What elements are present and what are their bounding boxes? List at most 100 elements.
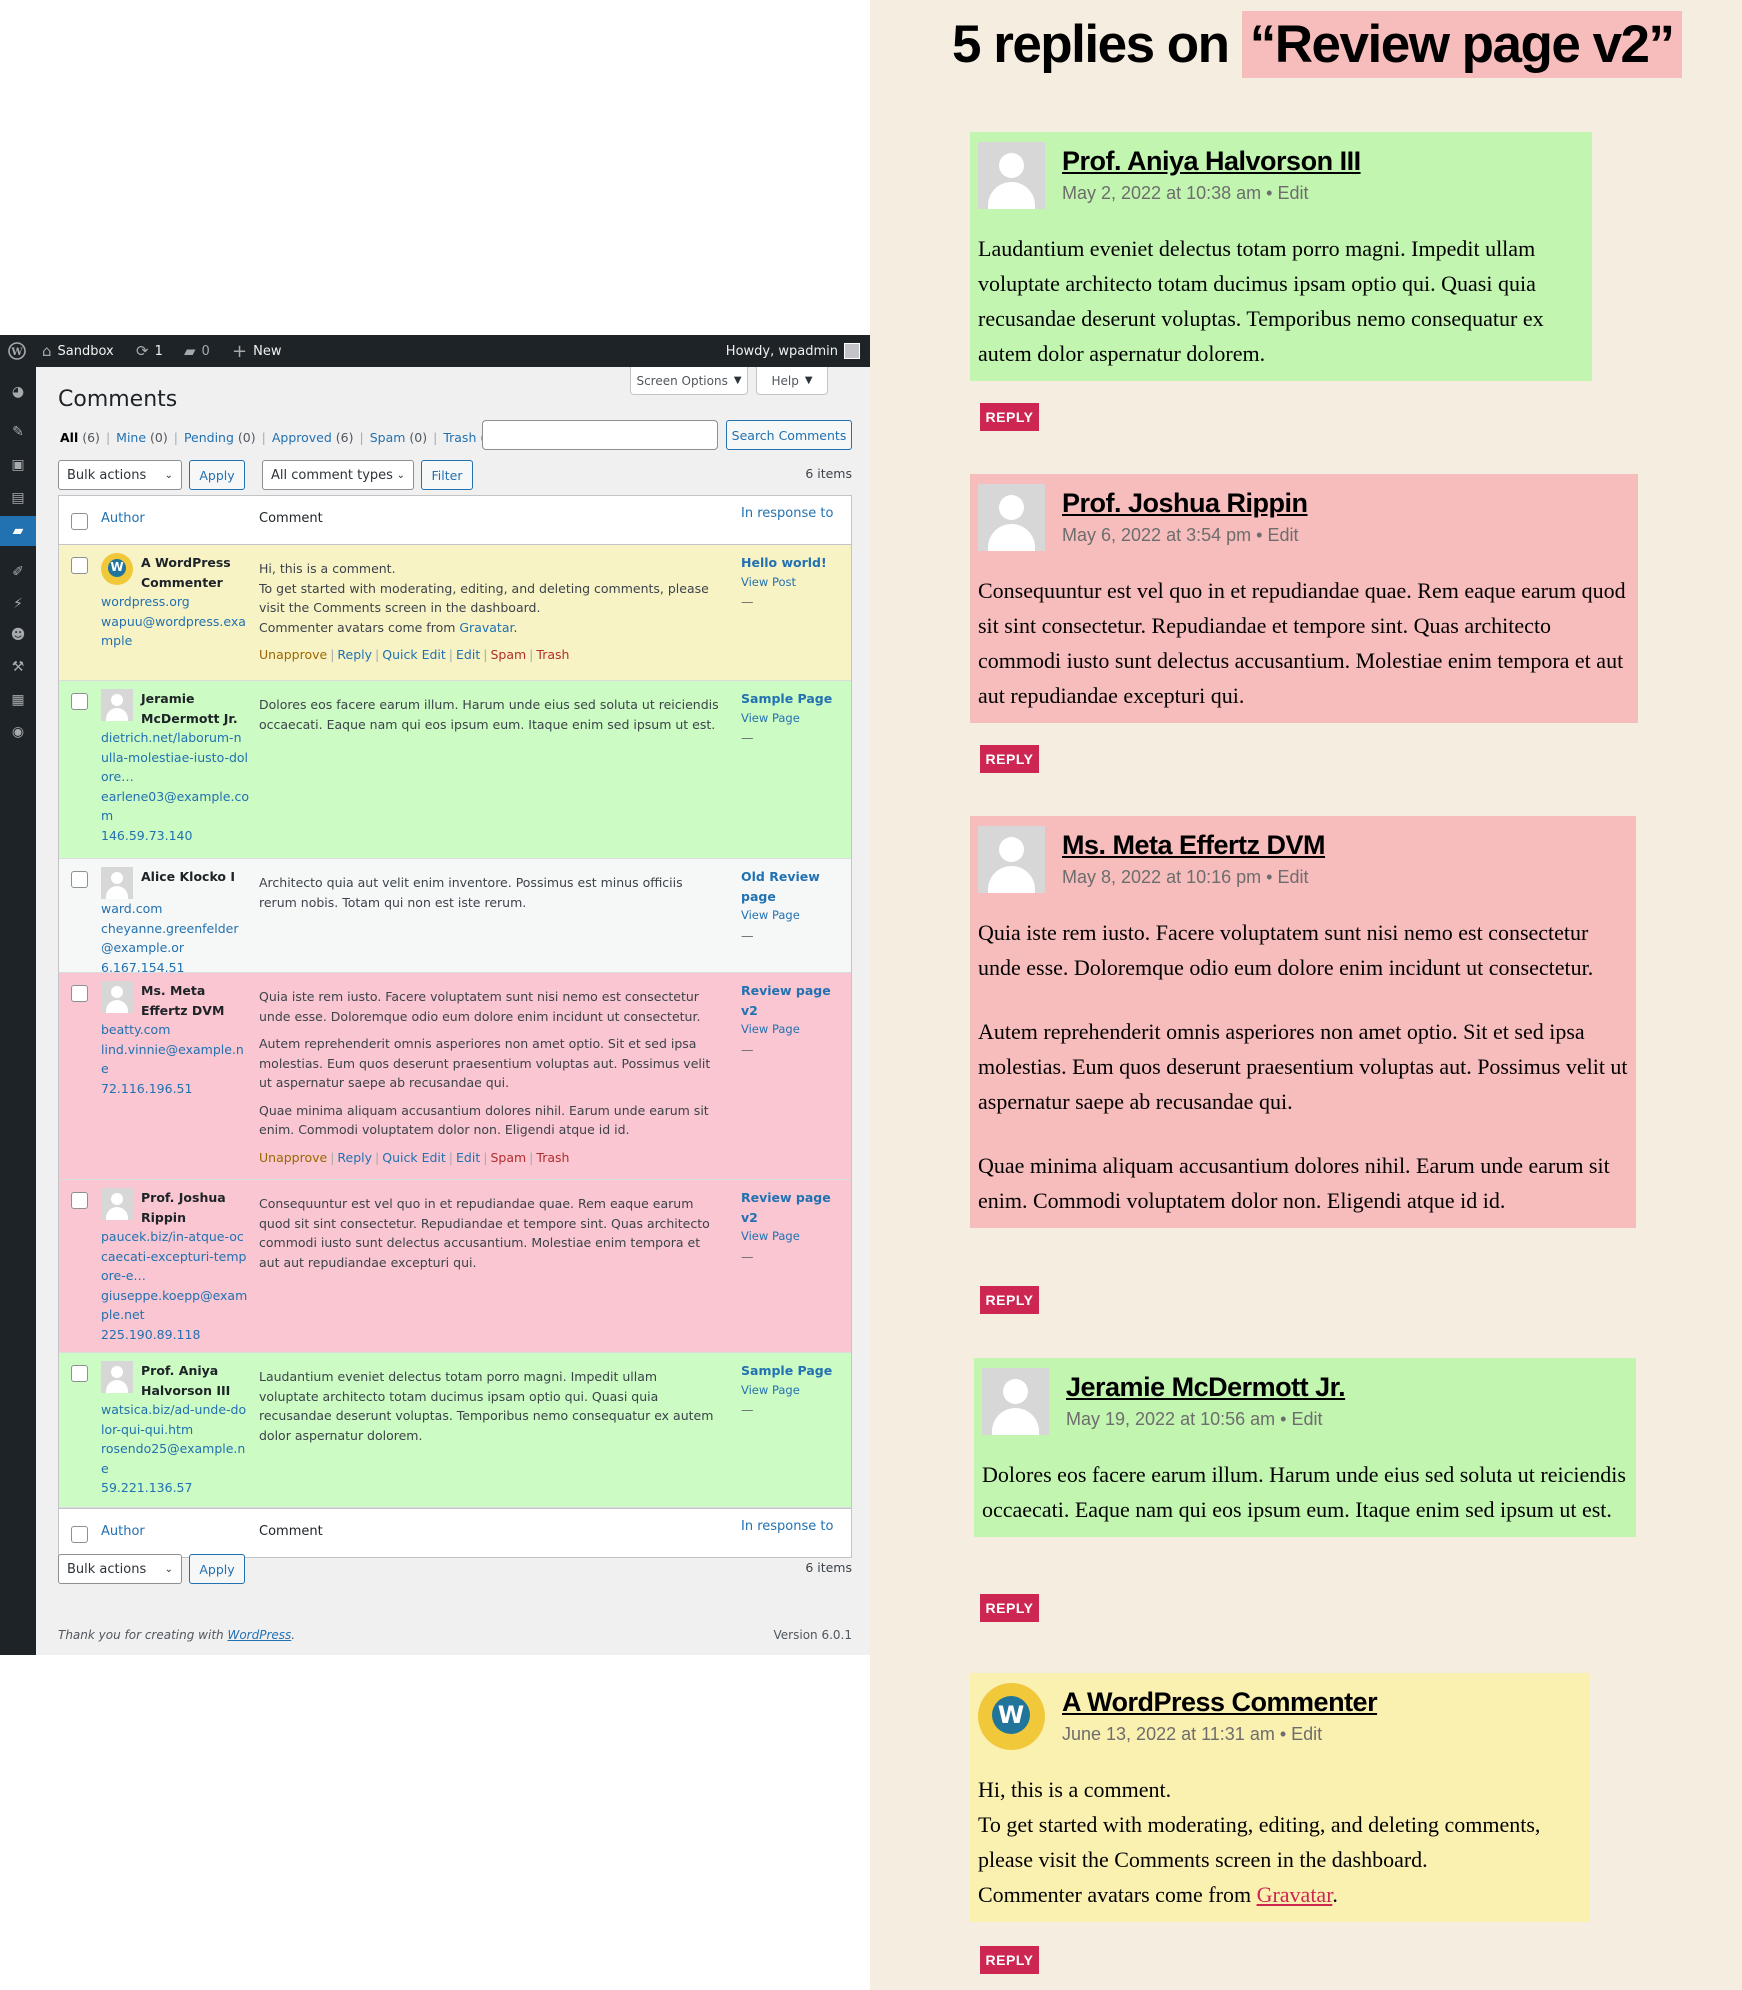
comment-date-link[interactable]: May 8, 2022 at 10:16 pm: [1062, 867, 1261, 887]
response-post-link[interactable]: Hello world!: [741, 553, 846, 573]
author-link[interactable]: earlene03@example.com: [101, 787, 249, 826]
filter-all[interactable]: All: [60, 430, 78, 445]
commenter-name-link[interactable]: Prof. Joshua Rippin: [1062, 488, 1308, 519]
reply-button[interactable]: REPLY: [980, 1594, 1039, 1622]
comment-date-link[interactable]: May 19, 2022 at 10:56 am: [1066, 1409, 1275, 1429]
author-link[interactable]: wapuu@wordpress.example: [101, 612, 249, 651]
apply-button[interactable]: Apply: [189, 460, 245, 490]
action-edit[interactable]: Edit: [456, 1150, 480, 1165]
wp-logo-icon[interactable]: W: [8, 335, 26, 367]
screen-options-button[interactable]: Screen Options ▼: [630, 367, 748, 395]
media-icon[interactable]: ▣: [0, 450, 36, 480]
view-post-link[interactable]: View Page: [741, 1227, 846, 1247]
commenter-name-link[interactable]: Jeramie McDermott Jr.: [1066, 1372, 1346, 1403]
edit-link[interactable]: Edit: [1291, 1724, 1322, 1744]
posts-pin-icon[interactable]: ✎: [0, 417, 36, 447]
comments-menu-icon[interactable]: ▰: [0, 516, 36, 546]
settings-icon[interactable]: ▦: [0, 685, 36, 715]
author-link[interactable]: beatty.com: [101, 1020, 249, 1040]
action-edit[interactable]: Edit: [456, 647, 480, 662]
search-comments-button[interactable]: Search Comments: [726, 420, 852, 450]
action-trash[interactable]: Trash: [536, 647, 569, 662]
row-checkbox[interactable]: [71, 985, 88, 1002]
gravatar-link[interactable]: Gravatar: [1257, 1882, 1333, 1907]
my-account-link[interactable]: Howdy, wpadmin: [726, 335, 860, 367]
select-all-checkbox-bottom[interactable]: [71, 1526, 88, 1543]
reply-button[interactable]: REPLY: [980, 745, 1039, 773]
help-button[interactable]: Help ▼: [756, 367, 828, 395]
author-link[interactable]: 146.59.73.140: [101, 826, 249, 846]
action-reply[interactable]: Reply: [337, 1150, 372, 1165]
users-icon[interactable]: ☻: [0, 620, 36, 650]
updates-link[interactable]: ⟳ 1: [136, 335, 163, 367]
response-column-header[interactable]: In response to: [741, 506, 833, 521]
response-post-link[interactable]: Sample Page: [741, 1361, 846, 1381]
tools-icon[interactable]: ⚒: [0, 652, 36, 682]
action-reply[interactable]: Reply: [337, 647, 372, 662]
view-post-link[interactable]: View Page: [741, 709, 846, 729]
view-post-link[interactable]: View Page: [741, 906, 846, 926]
author-link[interactable]: rosendo25@example.ne: [101, 1439, 249, 1478]
reply-button[interactable]: REPLY: [980, 403, 1039, 431]
action-quick-edit[interactable]: Quick Edit: [382, 647, 446, 662]
apply-button-bottom[interactable]: Apply: [189, 1554, 245, 1584]
dashboard-icon[interactable]: ◕: [0, 377, 36, 407]
author-link[interactable]: ward.com: [101, 899, 249, 919]
filter-mine[interactable]: Mine: [116, 430, 146, 445]
author-link[interactable]: 225.190.89.118: [101, 1325, 249, 1345]
search-input[interactable]: [482, 420, 718, 450]
author-column-header[interactable]: Author: [101, 511, 145, 526]
bulk-actions-select[interactable]: Bulk actions ⌄: [58, 460, 182, 490]
author-link[interactable]: dietrich.net/laborum-nulla-molestiae-ius…: [101, 728, 249, 787]
action-spam[interactable]: Spam: [490, 647, 526, 662]
author-link[interactable]: giuseppe.koepp@example.net: [101, 1286, 249, 1325]
site-name-link[interactable]: ⌂ Sandbox: [42, 335, 114, 367]
filter-pending[interactable]: Pending: [184, 430, 234, 445]
filter-button[interactable]: Filter: [421, 460, 473, 490]
author-link[interactable]: watsica.biz/ad-unde-dolor-qui-qui.htm: [101, 1400, 249, 1439]
response-post-link[interactable]: Review page v2: [741, 1188, 846, 1227]
author-link[interactable]: 59.221.136.57: [101, 1478, 249, 1498]
commenter-name-link[interactable]: Prof. Aniya Halvorson III: [1062, 146, 1361, 177]
action-spam[interactable]: Spam: [490, 1150, 526, 1165]
reply-button[interactable]: REPLY: [980, 1286, 1039, 1314]
author-link[interactable]: lind.vinnie@example.ne: [101, 1040, 249, 1079]
response-post-link[interactable]: Sample Page: [741, 689, 846, 709]
edit-link[interactable]: Edit: [1267, 525, 1298, 545]
gravatar-link[interactable]: Gravatar: [459, 620, 513, 635]
select-all-checkbox[interactable]: [71, 513, 88, 530]
author-link[interactable]: cheyanne.greenfelder@example.or: [101, 919, 249, 958]
new-content-link[interactable]: + New: [232, 335, 281, 367]
collapse-menu-icon[interactable]: ◉: [0, 717, 36, 747]
row-checkbox[interactable]: [71, 557, 88, 574]
author-link[interactable]: wordpress.org: [101, 592, 249, 612]
commenter-name-link[interactable]: A WordPress Commenter: [1062, 1687, 1378, 1718]
author-column-footer[interactable]: Author: [101, 1524, 145, 1539]
wordpress-link[interactable]: WordPress: [227, 1628, 291, 1642]
response-post-link[interactable]: Review page v2: [741, 981, 846, 1020]
action-quick-edit[interactable]: Quick Edit: [382, 1150, 446, 1165]
row-checkbox[interactable]: [71, 1365, 88, 1382]
view-post-link[interactable]: View Post: [741, 573, 846, 593]
commenter-name-link[interactable]: Ms. Meta Effertz DVM: [1062, 830, 1326, 861]
edit-link[interactable]: Edit: [1277, 867, 1308, 887]
author-link[interactable]: 72.116.196.51: [101, 1079, 249, 1099]
bulk-actions-select-bottom[interactable]: Bulk actions ⌄: [58, 1554, 182, 1584]
comment-type-select[interactable]: All comment types ⌄: [262, 460, 414, 490]
edit-link[interactable]: Edit: [1277, 183, 1308, 203]
action-unapprove[interactable]: Unapprove: [259, 1150, 327, 1165]
edit-link[interactable]: Edit: [1291, 1409, 1322, 1429]
comment-date-link[interactable]: May 6, 2022 at 3:54 pm: [1062, 525, 1251, 545]
action-unapprove[interactable]: Unapprove: [259, 647, 327, 662]
comment-date-link[interactable]: May 2, 2022 at 10:38 am: [1062, 183, 1261, 203]
plugins-icon[interactable]: ⚡: [0, 589, 36, 619]
row-checkbox[interactable]: [71, 693, 88, 710]
row-checkbox[interactable]: [71, 871, 88, 888]
row-checkbox[interactable]: [71, 1192, 88, 1209]
appearance-icon[interactable]: ✐: [0, 557, 36, 587]
response-column-footer[interactable]: In response to: [741, 1519, 833, 1534]
comments-link[interactable]: ▰ 0: [184, 335, 210, 367]
filter-trash[interactable]: Trash: [443, 430, 476, 445]
filter-spam[interactable]: Spam: [370, 430, 406, 445]
view-post-link[interactable]: View Page: [741, 1020, 846, 1040]
